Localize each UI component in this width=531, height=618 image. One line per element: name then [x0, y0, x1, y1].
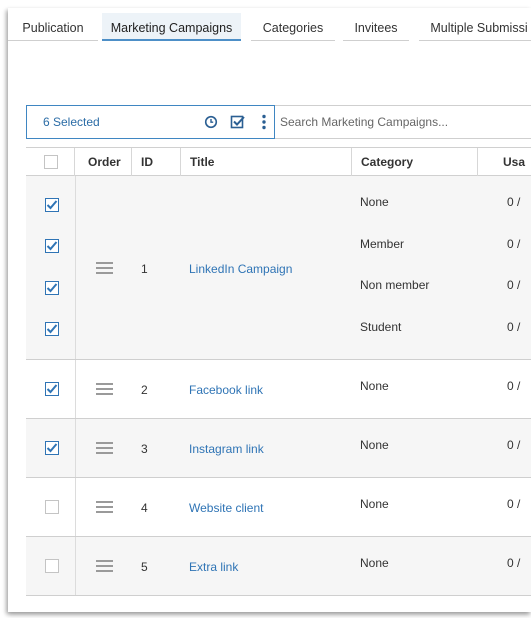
tab-publication[interactable]: Publication — [8, 13, 98, 41]
row-usage: 0 / — [507, 195, 521, 209]
row-category: Student — [360, 320, 402, 334]
toolbar: 6 Selected — [26, 105, 531, 139]
row-category: None — [360, 195, 389, 209]
row-title-link[interactable]: LinkedIn Campaign — [189, 262, 292, 276]
check-square-icon[interactable] — [230, 114, 246, 130]
row-checkbox[interactable] — [45, 500, 59, 514]
row-title-link[interactable]: Instagram link — [189, 442, 264, 456]
header-id[interactable]: ID — [132, 148, 181, 176]
row-title-link[interactable]: Website client — [189, 501, 263, 515]
select-all-checkbox[interactable] — [44, 155, 58, 169]
table-row: 5 Extra link None 0 / — [26, 537, 531, 596]
tab-invitees[interactable]: Invitees — [343, 13, 409, 41]
row-usage: 0 / — [507, 438, 521, 452]
row-id: 1 — [141, 262, 148, 276]
row-title-link[interactable]: Extra link — [189, 560, 238, 574]
app-window: Publication Marketing Campaigns Categori… — [8, 8, 531, 612]
row-checkbox[interactable] — [45, 198, 59, 212]
row-checkbox[interactable] — [45, 281, 59, 295]
more-vertical-icon[interactable] — [256, 114, 272, 130]
row-title-link[interactable]: Facebook link — [189, 383, 263, 397]
row-category: Member — [360, 237, 405, 251]
drag-handle-icon[interactable] — [96, 262, 113, 274]
search-input[interactable] — [275, 105, 531, 139]
row-usage: 0 / — [507, 379, 521, 393]
header-title[interactable]: Title — [181, 148, 352, 176]
row-category: None — [360, 438, 389, 452]
row-usage: 0 / — [507, 320, 521, 334]
table-row: 3 Instagram link None 0 / — [26, 419, 531, 478]
drag-handle-icon[interactable] — [96, 560, 113, 572]
clock-icon[interactable] — [203, 114, 219, 130]
row-id: 3 — [141, 442, 148, 456]
selected-count: 6 Selected — [43, 115, 100, 129]
row-usage: 0 / — [507, 278, 521, 292]
row-usage: 0 / — [507, 497, 521, 511]
header-usage[interactable]: Usa — [478, 148, 531, 176]
tab-categories[interactable]: Categories — [251, 13, 335, 41]
table-header: Order ID Title Category Usa — [26, 147, 531, 176]
tab-multiple-submissions[interactable]: Multiple Submissi — [419, 13, 531, 41]
table-row: 1 LinkedIn Campaign None Member Non memb… — [26, 176, 531, 360]
drag-handle-icon[interactable] — [96, 501, 113, 513]
tab-marketing-campaigns[interactable]: Marketing Campaigns — [102, 13, 241, 41]
drag-handle-icon[interactable] — [96, 383, 113, 395]
row-usage: 0 / — [507, 556, 521, 570]
row-checkbox[interactable] — [45, 322, 59, 336]
row-checkbox[interactable] — [45, 441, 59, 455]
tab-bar: Publication Marketing Campaigns Categori… — [8, 13, 531, 49]
header-category[interactable]: Category — [352, 148, 478, 176]
row-category: None — [360, 379, 389, 393]
row-category: None — [360, 497, 389, 511]
drag-handle-icon[interactable] — [96, 442, 113, 454]
row-checkbox[interactable] — [45, 239, 59, 253]
row-usage: 0 / — [507, 237, 521, 251]
header-select-cell — [26, 148, 75, 176]
row-id: 2 — [141, 383, 148, 397]
selection-box: 6 Selected — [26, 105, 275, 139]
row-category: None — [360, 556, 389, 570]
header-order[interactable]: Order — [75, 148, 132, 176]
table-row: 4 Website client None 0 / — [26, 478, 531, 537]
row-id: 5 — [141, 560, 148, 574]
row-id: 4 — [141, 501, 148, 515]
row-checkbox[interactable] — [45, 382, 59, 396]
row-checkbox[interactable] — [45, 559, 59, 573]
table-row: 2 Facebook link None 0 / — [26, 360, 531, 419]
row-category: Non member — [360, 278, 430, 292]
